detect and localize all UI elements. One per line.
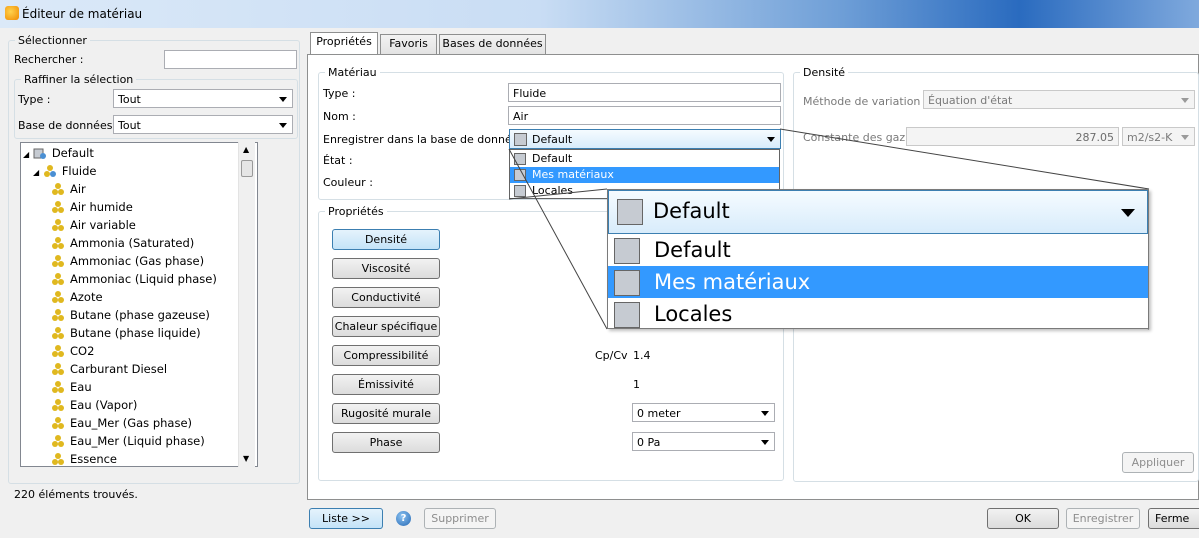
delete-button: Supprimer xyxy=(424,508,496,529)
database-icon xyxy=(617,199,643,225)
chevron-down-icon xyxy=(1121,209,1135,217)
magnified-header-label: Default xyxy=(653,199,730,223)
ok-button[interactable]: OK xyxy=(987,508,1059,529)
magnified-option-mes-materiaux: Mes matériaux xyxy=(608,266,1148,298)
lock-icon xyxy=(614,302,640,328)
magnified-option-default: Default xyxy=(608,234,1148,266)
database-icon xyxy=(614,238,640,264)
magnified-dropdown-header: Default xyxy=(608,190,1148,234)
folder-icon xyxy=(614,270,640,296)
magnified-option-label: Locales xyxy=(654,302,733,326)
magnified-option-label: Default xyxy=(654,238,731,262)
list-button[interactable]: Liste >> xyxy=(309,508,383,529)
magnified-dropdown: Default Default Mes matériaux Locales xyxy=(607,189,1149,329)
save-button: Enregistrer xyxy=(1066,508,1140,529)
magnified-option-label: Mes matériaux xyxy=(654,270,811,294)
help-icon[interactable]: ? xyxy=(396,511,411,526)
close-button[interactable]: Ferme xyxy=(1148,508,1199,529)
magnified-option-locales: Locales xyxy=(608,298,1148,330)
